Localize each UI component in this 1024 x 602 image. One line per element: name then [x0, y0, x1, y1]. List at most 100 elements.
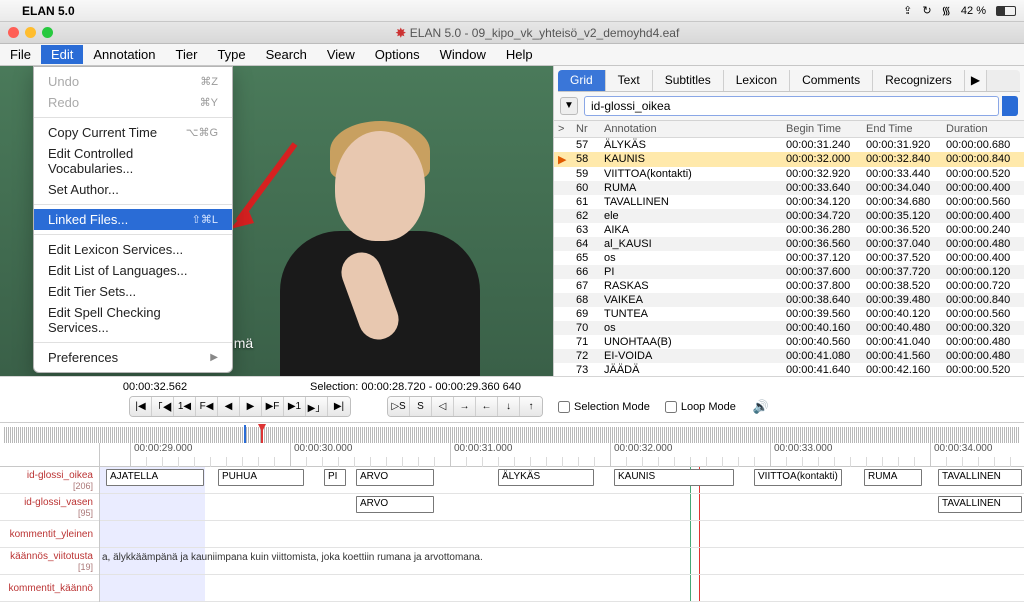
transport-button[interactable]: →: [454, 397, 476, 416]
menu-view[interactable]: View: [317, 45, 365, 64]
transport-button[interactable]: ◁: [432, 397, 454, 416]
grid-header-begin-time[interactable]: Begin Time: [782, 121, 862, 137]
traffic-lights[interactable]: [8, 27, 53, 38]
annotation-segment[interactable]: VIITTOA(kontakti): [754, 469, 842, 486]
transport-button[interactable]: |◀: [130, 397, 152, 416]
mac-app-name[interactable]: ELAN 5.0: [22, 4, 75, 18]
tab-recognizers[interactable]: Recognizers: [873, 70, 965, 91]
transport-button[interactable]: S: [410, 397, 432, 416]
grid-row[interactable]: 70os00:00:40.16000:00:40.48000:00:00.320: [554, 321, 1024, 335]
tab-comments[interactable]: Comments: [790, 70, 873, 91]
minimize-icon[interactable]: [25, 27, 36, 38]
tier-label-kommentit-yleinen[interactable]: kommentit_yleinen: [0, 521, 99, 548]
grid-row[interactable]: 66PI00:00:37.60000:00:37.72000:00:00.120: [554, 265, 1024, 279]
grid-row[interactable]: 69TUNTEA00:00:39.56000:00:40.12000:00:00…: [554, 307, 1024, 321]
grid-row[interactable]: 64al_KAUSI00:00:36.56000:00:37.04000:00:…: [554, 237, 1024, 251]
tab-subtitles[interactable]: Subtitles: [653, 70, 724, 91]
grid-row[interactable]: 65os00:00:37.12000:00:37.52000:00:00.400: [554, 251, 1024, 265]
tier-dropdown-toggle[interactable]: ▼: [560, 97, 578, 115]
grid-row[interactable]: 72EI-VOIDA00:00:41.08000:00:41.56000:00:…: [554, 349, 1024, 363]
menu-item-tier-sets[interactable]: Edit Tier Sets...: [34, 281, 232, 302]
grid-header-annotation[interactable]: Annotation: [600, 121, 782, 137]
grid-row[interactable]: 73JÄÄDÄ00:00:41.64000:00:42.16000:00:00.…: [554, 363, 1024, 376]
menu-edit[interactable]: Edit: [41, 45, 83, 64]
menu-options[interactable]: Options: [365, 45, 430, 64]
tier-selector-caret-icon[interactable]: [1002, 96, 1018, 116]
close-icon[interactable]: [8, 27, 19, 38]
menu-item-redo[interactable]: Redo⌘Y: [34, 92, 232, 113]
grid-row[interactable]: 62ele00:00:34.72000:00:35.12000:00:00.40…: [554, 209, 1024, 223]
menu-file[interactable]: File: [0, 45, 41, 64]
menu-annotation[interactable]: Annotation: [83, 45, 165, 64]
transport-button[interactable]: ↑: [520, 397, 542, 416]
menu-item-spell[interactable]: Edit Spell Checking Services...: [34, 302, 232, 338]
annotation-segment[interactable]: ARVO: [356, 496, 434, 513]
selection-mode-checkbox[interactable]: Selection Mode: [558, 401, 650, 413]
annotation-segment[interactable]: RUMA: [864, 469, 922, 486]
menu-window[interactable]: Window: [430, 45, 496, 64]
annotation-segment[interactable]: PUHUA: [218, 469, 304, 486]
tier-label-kommentit-kaanno[interactable]: kommentit_käännö: [0, 575, 99, 602]
grid-row[interactable]: 63AIKA00:00:36.28000:00:36.52000:00:00.2…: [554, 223, 1024, 237]
loop-mode-checkbox[interactable]: Loop Mode: [665, 401, 736, 413]
grid-row[interactable]: 71UNOHTAA(B)00:00:40.56000:00:41.04000:0…: [554, 335, 1024, 349]
transport-button[interactable]: ◀: [218, 397, 240, 416]
grid-row[interactable]: ▶58KAUNIS00:00:32.00000:00:32.84000:00:0…: [554, 152, 1024, 167]
track-kommentit-kaanno[interactable]: [100, 575, 1024, 602]
tabs-overflow-icon[interactable]: ▶: [965, 70, 987, 91]
menu-item-set-author[interactable]: Set Author...: [34, 179, 232, 200]
transport-button[interactable]: ↓: [498, 397, 520, 416]
menu-item-copy-current-time[interactable]: Copy Current Time⌥⌘G: [34, 122, 232, 143]
upload-icon[interactable]: ⇪: [903, 4, 912, 17]
track-id-glossi-oikea[interactable]: AJATELLA PUHUA PI ARVO ÄLYKÄS KAUNIS VIITTOA(k…: [100, 467, 1024, 494]
tab-grid[interactable]: Grid: [558, 70, 606, 91]
waveform-overview[interactable]: [4, 427, 1020, 443]
annotation-grid[interactable]: > Nr Annotation Begin Time End Time Dura…: [554, 120, 1024, 376]
grid-row[interactable]: 59VIITTOA(kontakti)00:00:32.92000:00:33.…: [554, 167, 1024, 181]
annotation-segment[interactable]: TAVALLINEN: [938, 469, 1022, 486]
grid-header-nr[interactable]: Nr: [572, 121, 600, 137]
tier-label-id-glossi-vasen[interactable]: id-glossi_vasen[95]: [0, 494, 99, 521]
wifi-icon[interactable]: ᯾: [942, 3, 951, 18]
transport-button[interactable]: ▶」: [306, 397, 328, 416]
zoom-icon[interactable]: [42, 27, 53, 38]
grid-row[interactable]: 61TAVALLINEN00:00:34.12000:00:34.68000:0…: [554, 195, 1024, 209]
menu-item-linked-files[interactable]: Linked Files...⇧⌘L: [34, 209, 232, 230]
menu-type[interactable]: Type: [207, 45, 255, 64]
menu-item-undo[interactable]: Undo⌘Z: [34, 71, 232, 92]
clock-icon[interactable]: ↻: [922, 4, 931, 17]
transport-button[interactable]: ←: [476, 397, 498, 416]
overview-cursor[interactable]: [244, 425, 246, 445]
tier-label-kaannos-viitotusta[interactable]: käännös_viitotusta[19]: [0, 548, 99, 575]
track-id-glossi-vasen[interactable]: ARVO TAVALLINEN: [100, 494, 1024, 521]
tab-text[interactable]: Text: [606, 70, 653, 91]
menu-item-lexicon-services[interactable]: Edit Lexicon Services...: [34, 239, 232, 260]
menu-help[interactable]: Help: [496, 45, 543, 64]
annotation-segment[interactable]: ÄLYKÄS: [498, 469, 594, 486]
volume-icon[interactable]: 🔊: [753, 399, 769, 415]
grid-header-end-time[interactable]: End Time: [862, 121, 942, 137]
track-kommentit-yleinen[interactable]: [100, 521, 1024, 548]
track-kaannos-viitotusta[interactable]: a, älykkäämpänä ja kauniimpana kuin viit…: [100, 548, 1024, 575]
transport-button[interactable]: ▶F: [262, 397, 284, 416]
grid-row[interactable]: 67RASKAS00:00:37.80000:00:38.52000:00:00…: [554, 279, 1024, 293]
grid-row[interactable]: 68VAIKEA00:00:38.64000:00:39.48000:00:00…: [554, 293, 1024, 307]
tab-lexicon[interactable]: Lexicon: [724, 70, 790, 91]
annotation-segment[interactable]: PI: [324, 469, 346, 486]
transport-button[interactable]: F◀: [196, 397, 218, 416]
annotation-segment[interactable]: ARVO: [356, 469, 434, 486]
menu-tier[interactable]: Tier: [166, 45, 208, 64]
transport-button[interactable]: 「◀: [152, 397, 174, 416]
annotation-segment[interactable]: AJATELLA: [106, 469, 204, 486]
menu-item-edit-cv[interactable]: Edit Controlled Vocabularies...: [34, 143, 232, 179]
battery-icon[interactable]: [996, 6, 1016, 16]
transport-button[interactable]: ▶: [240, 397, 262, 416]
timeline-ruler[interactable]: 00:00:29.00000:00:30.00000:00:31.00000:0…: [100, 443, 1024, 467]
tier-label-id-glossi-oikea[interactable]: id-glossi_oikea[206]: [0, 467, 99, 494]
annotation-segment[interactable]: KAUNIS: [614, 469, 734, 486]
menu-search[interactable]: Search: [256, 45, 317, 64]
transport-button[interactable]: ▶1: [284, 397, 306, 416]
annotation-segment[interactable]: TAVALLINEN: [938, 496, 1022, 513]
grid-row[interactable]: 60RUMA00:00:33.64000:00:34.04000:00:00.4…: [554, 181, 1024, 195]
grid-row[interactable]: 57ÄLYKÄS00:00:31.24000:00:31.92000:00:00…: [554, 138, 1024, 152]
